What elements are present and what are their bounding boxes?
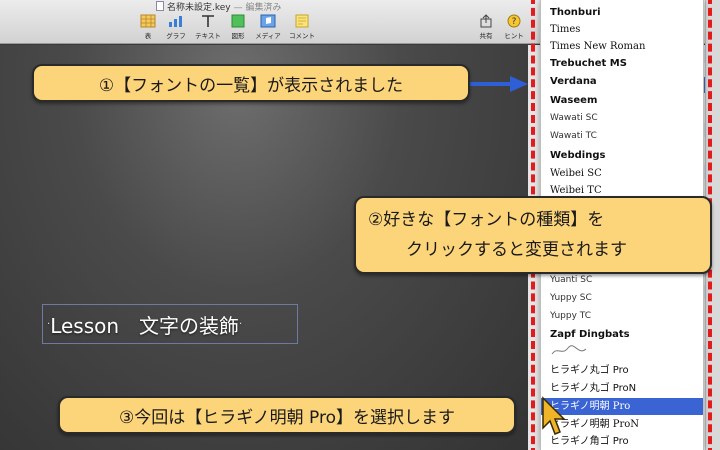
slide-text: Lesson 文字の装飾 (50, 313, 240, 338)
window-title: 名称未設定.key — 編集済み (156, 0, 282, 13)
edit-status: — 編集済み (233, 2, 282, 13)
callout-click-font: ②好きな【フォントの種類】を クリックすると変更されます (354, 196, 712, 274)
font-list-item[interactable]: Weibei SC (541, 165, 703, 182)
font-list-item[interactable]: Yuppy SC (541, 290, 703, 307)
callout-2-line-1: ②好きな【フォントの種類】を (368, 210, 605, 230)
hint-label: ヒント (504, 32, 524, 40)
comment-button[interactable]: コメント (282, 14, 322, 40)
font-list-item[interactable]: Thonburi (541, 4, 703, 21)
callout-select-hiragino: ③今回は【ヒラギノ明朝 Pro】を選択します (58, 396, 516, 434)
media-icon (260, 14, 276, 28)
table-icon (140, 14, 156, 28)
font-list-item[interactable]: Times New Roman (541, 38, 703, 55)
font-list-item[interactable]: Verdana (541, 73, 703, 90)
svg-text:?: ? (512, 17, 517, 27)
font-list-item[interactable]: Zapf Dingbats (541, 326, 703, 343)
font-list-item[interactable]: ヒラギノ丸ゴ ProN (541, 380, 703, 397)
document-icon (156, 1, 164, 11)
font-list-item[interactable]: Webdings (541, 147, 703, 164)
comment-icon (295, 14, 309, 28)
callout-1-text: ①【フォントの一覧】が表示されました (98, 75, 404, 96)
text-handle-right[interactable]: · (239, 319, 242, 330)
shape-icon (231, 14, 245, 28)
font-list-item[interactable]: Times (541, 21, 703, 38)
font-list-item[interactable]: Wawati SC (541, 110, 703, 127)
font-list-item[interactable]: Yuanti SC (541, 272, 703, 289)
mouse-cursor-icon (542, 396, 566, 435)
text-icon (202, 15, 214, 27)
slide-text-box[interactable]: · Lesson 文字の装飾 · (42, 304, 298, 344)
arrow-right-icon (470, 76, 528, 92)
font-list-item[interactable]: Waseem (541, 92, 703, 109)
font-list-item[interactable]: Wawati TC (541, 128, 703, 145)
hint-button[interactable]: ? ヒント (494, 14, 534, 40)
window-title-text: 名称未設定.key (167, 2, 231, 13)
font-list-item[interactable]: ヒラギノ丸ゴ Pro (541, 362, 703, 379)
font-list-item[interactable]: Yuppy TC (541, 308, 703, 325)
font-preview-glyph-icon[interactable] (541, 344, 703, 361)
share-icon (480, 14, 492, 28)
callout-3-text: ③今回は【ヒラギノ明朝 Pro】を選択します (119, 407, 455, 428)
callout-2-line-2: クリックすると変更されます (406, 240, 627, 260)
comment-label: コメント (289, 32, 315, 40)
font-list-item[interactable]: Trebuchet MS (541, 55, 703, 72)
callout-font-list-shown: ①【フォントの一覧】が表示されました (32, 64, 470, 102)
chart-icon (169, 16, 182, 27)
hint-icon: ? (507, 14, 521, 28)
